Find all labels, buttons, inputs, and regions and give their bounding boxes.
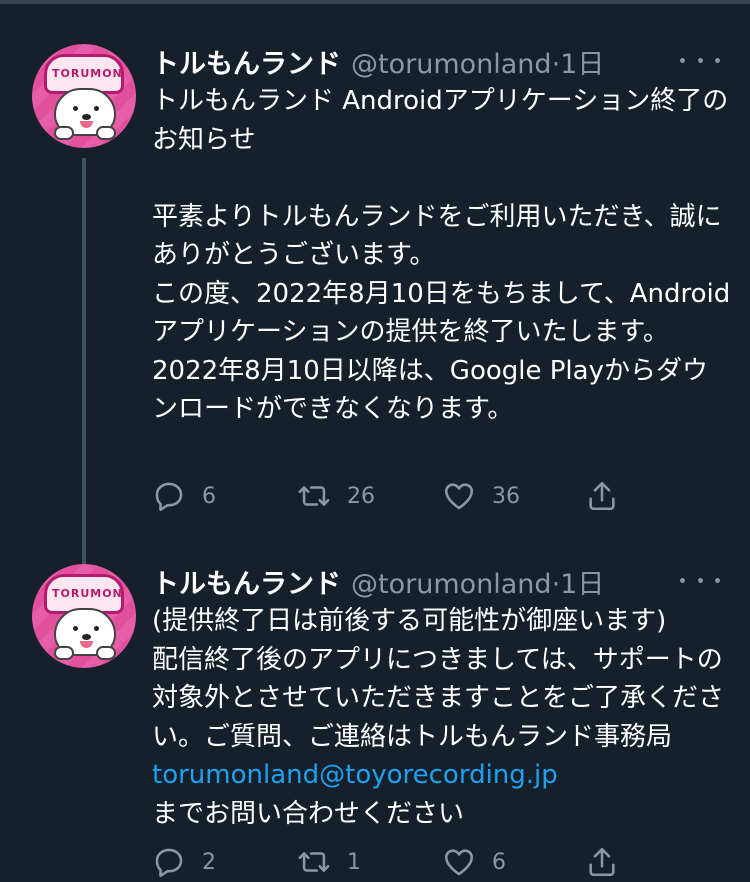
share-icon (589, 481, 615, 511)
tweet-timestamp[interactable]: 1日 (560, 49, 604, 80)
avatar[interactable]: TORUMON (32, 564, 136, 668)
like-count: 36 (492, 483, 520, 509)
paw-icon (54, 126, 74, 140)
tweet-actions: 2 1 6 (152, 842, 632, 882)
display-name[interactable]: トルもんランド (152, 42, 341, 81)
more-icon[interactable] (680, 48, 720, 72)
like-button[interactable]: 6 (442, 842, 506, 882)
retweet-icon (298, 852, 330, 872)
like-icon (444, 483, 474, 510)
share-icon (589, 847, 615, 877)
avatar-badge-text: TORUMON (52, 67, 123, 80)
tweet-header: トルもんランド @torumonland·1日 (152, 562, 604, 600)
tweet-text-part: までお問い合わせください (152, 798, 465, 829)
reply-count: 2 (202, 849, 216, 875)
display-name[interactable]: トルもんランド (152, 562, 341, 601)
paw-icon (54, 646, 74, 660)
paw-icon (96, 646, 116, 660)
avatar[interactable]: TORUMON (32, 44, 136, 148)
tweet-text: (提供終了日は前後する可能性が御座います) 配信終了後のアプリにつきましては、サ… (152, 602, 732, 833)
reply-button[interactable]: 6 (152, 476, 216, 516)
retweet-count: 1 (347, 849, 361, 875)
share-button[interactable] (585, 842, 619, 882)
retweet-button[interactable]: 26 (297, 476, 375, 516)
tweet-text: トルもんランド Androidアプリケーション終了のお知らせ 平素よりトルもんラ… (152, 86, 731, 424)
reply-icon (155, 482, 183, 512)
top-divider (0, 0, 750, 4)
reply-count: 6 (202, 483, 216, 509)
tweet-text-part: (提供終了日は前後する可能性が御座います) 配信終了後のアプリにつきましては、サ… (152, 606, 725, 752)
thread-connector-line (82, 158, 86, 566)
retweet-icon (298, 486, 330, 506)
like-button[interactable]: 36 (442, 476, 520, 516)
paw-icon (96, 126, 116, 140)
more-icon[interactable] (680, 568, 720, 592)
tweet-actions: 6 26 36 (152, 476, 632, 516)
retweet-count: 26 (347, 483, 375, 509)
like-icon (444, 849, 474, 876)
share-button[interactable] (585, 476, 619, 516)
tweet-timestamp[interactable]: 1日 (560, 569, 604, 600)
avatar-badge-text: TORUMON (52, 587, 123, 600)
tweet-header: トルもんランド @torumonland·1日 (152, 42, 604, 80)
user-handle[interactable]: @torumonland·1日 (351, 42, 604, 81)
reply-icon (155, 848, 183, 878)
user-handle[interactable]: @torumonland·1日 (351, 562, 604, 601)
reply-button[interactable]: 2 (152, 842, 216, 882)
retweet-button[interactable]: 1 (297, 842, 361, 882)
like-count: 6 (492, 849, 506, 875)
email-link[interactable]: torumonland@toyorecording.jp (152, 760, 558, 790)
